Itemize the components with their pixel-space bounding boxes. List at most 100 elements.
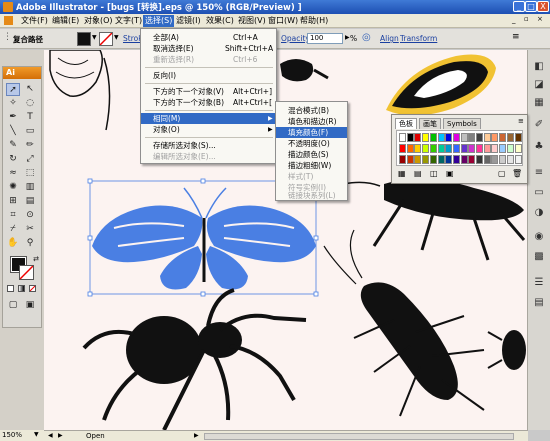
blend-tool-icon[interactable]: ⊙	[23, 209, 37, 222]
submenu-item-fill-and-stroke[interactable]: 填色和描边(R)	[276, 116, 347, 127]
menu-filter[interactable]: 滤镜(I)	[174, 15, 203, 27]
swatch-chip[interactable]	[429, 133, 437, 142]
menu-item-deselect[interactable]: 取消选择(E) Shift+Ctrl+A	[141, 43, 276, 54]
menu-select[interactable]: 选择(S)	[143, 15, 175, 27]
menu-type[interactable]: 文字(T)	[113, 15, 144, 27]
transparency-icon[interactable]: ◑	[532, 206, 546, 219]
swatch-chip[interactable]	[399, 155, 406, 164]
free-transform-tool-icon[interactable]: ⬚	[23, 167, 37, 180]
show-kinds-icon[interactable]: ▤	[414, 169, 422, 178]
horizontal-scrollbar[interactable]	[204, 433, 514, 440]
swatch-chip[interactable]	[506, 133, 514, 142]
menu-effect[interactable]: 效果(C)	[204, 15, 236, 27]
color-mode-icon[interactable]	[7, 285, 14, 292]
menu-item-inverse[interactable]: 反向(I)	[141, 70, 276, 81]
doc-close-icon[interactable]: ×	[537, 15, 543, 23]
swatch-chip[interactable]	[506, 144, 514, 153]
menu-item-next-object-below[interactable]: 下方的下一个对象(V) Alt+Ctrl+]	[141, 86, 276, 97]
swatch-chip[interactable]	[445, 133, 453, 142]
submenu-item-style[interactable]: 样式(T)	[276, 171, 347, 182]
swatch-chip[interactable]	[422, 133, 430, 142]
color-guide-icon[interactable]: ◪	[532, 78, 546, 91]
tab-swatches[interactable]: 色板	[395, 118, 417, 129]
stroke-color-icon[interactable]	[19, 265, 34, 280]
swatch-chip[interactable]	[460, 144, 468, 153]
brushes-icon[interactable]: ✐	[532, 118, 546, 131]
rectangle-tool-icon[interactable]: ▭	[23, 125, 37, 138]
swatch-chip[interactable]	[460, 133, 468, 142]
pencil-tool-icon[interactable]: ✏	[23, 139, 37, 152]
swatch-chip[interactable]	[468, 155, 476, 164]
swatch-chip[interactable]	[491, 133, 499, 142]
swatch-chip[interactable]	[437, 155, 445, 164]
menu-item-same[interactable]: 相同(M) ▶	[141, 113, 276, 124]
gradient-mode-icon[interactable]	[18, 285, 25, 292]
swatch-chip[interactable]	[422, 144, 430, 153]
zoom-level[interactable]: 150%	[2, 431, 22, 439]
menu-item-reselect[interactable]: 重新选择(R) Ctrl+6	[141, 54, 276, 65]
menu-item-save-selection[interactable]: 存储所选对象(S)...	[141, 140, 276, 151]
rotate-tool-icon[interactable]: ↻	[6, 153, 20, 166]
swatch-chip[interactable]	[406, 155, 414, 164]
submenu-item-blending-mode[interactable]: 混合模式(B)	[276, 105, 347, 116]
swatch-chip[interactable]	[406, 133, 414, 142]
opacity-dropdown-icon[interactable]: ▶	[345, 34, 350, 41]
type-tool-icon[interactable]: T	[23, 111, 37, 124]
artboards-icon[interactable]: ▤	[532, 296, 546, 309]
next-artboard-icon[interactable]: ▶	[58, 432, 63, 439]
eyedropper-tool-icon[interactable]: ⌗	[6, 209, 20, 222]
panel-menu-icon[interactable]: ≡	[512, 32, 520, 42]
swatch-chip[interactable]	[422, 155, 430, 164]
swatch-options-icon[interactable]: ◫	[430, 169, 438, 178]
menu-edit[interactable]: 编辑(E)	[50, 15, 81, 27]
swatch-chip[interactable]	[399, 144, 406, 153]
swatch-libraries-icon[interactable]: ▦	[398, 169, 406, 178]
opacity-field[interactable]: 100	[307, 33, 343, 44]
stroke-panel-icon[interactable]: ≡	[532, 166, 546, 179]
appearance-icon[interactable]: ◉	[532, 230, 546, 243]
swatch-chip[interactable]	[429, 144, 437, 153]
slice-tool-icon[interactable]: ⌿	[6, 223, 20, 236]
recolor-icon[interactable]: ◎	[362, 32, 371, 43]
tab-brushes[interactable]: 画笔	[419, 118, 441, 129]
swatch-chip[interactable]	[468, 133, 476, 142]
menu-item-next-object-above[interactable]: 下方的下一个对象(B) Alt+Ctrl+[	[141, 97, 276, 108]
swatch-chip[interactable]	[399, 133, 406, 142]
graphic-styles-icon[interactable]: ▩	[532, 250, 546, 263]
swatch-chip[interactable]	[476, 144, 483, 153]
status-dropdown-icon[interactable]: ▶	[194, 432, 199, 439]
swatch-chip[interactable]	[499, 144, 507, 153]
paintbrush-tool-icon[interactable]: ✎	[6, 139, 20, 152]
swatch-chip[interactable]	[437, 133, 445, 142]
swatch-chip[interactable]	[514, 144, 522, 153]
maximize-button[interactable]: □	[525, 1, 537, 12]
hand-tool-icon[interactable]: ✋	[6, 237, 20, 250]
selection-tool-icon[interactable]: ➚	[6, 83, 20, 96]
transform-link[interactable]: Transform	[400, 34, 437, 43]
swatch-grid[interactable]	[396, 130, 523, 166]
doc-restore-icon[interactable]: ▫	[524, 15, 529, 23]
new-swatch-icon[interactable]: ▢	[498, 169, 506, 178]
scissors-tool-icon[interactable]: ✂	[23, 223, 37, 236]
warp-tool-icon[interactable]: ≈	[6, 167, 20, 180]
new-color-group-icon[interactable]: ▣	[446, 169, 454, 178]
menu-window[interactable]: 窗口(W)	[266, 15, 300, 27]
swatch-chip[interactable]	[406, 144, 414, 153]
swatch-chip[interactable]	[514, 133, 522, 142]
swatch-chip[interactable]	[483, 155, 491, 164]
lasso-tool-icon[interactable]: ◌	[23, 97, 37, 110]
swatch-chip[interactable]	[476, 155, 483, 164]
direct-selection-tool-icon[interactable]: ↖	[23, 83, 37, 96]
submenu-item-link-block-series[interactable]: 链接块系列(L)	[276, 190, 347, 201]
minimize-button[interactable]: _	[513, 1, 525, 12]
submenu-item-stroke-color[interactable]: 描边颜色(S)	[276, 149, 347, 160]
swatch-chip[interactable]	[468, 144, 476, 153]
menu-help[interactable]: 帮助(H)	[298, 15, 330, 27]
fill-dropdown-icon[interactable]: ▼	[92, 34, 97, 41]
close-button[interactable]: X	[537, 1, 549, 12]
swatch-chip[interactable]	[452, 155, 460, 164]
panel-options-icon[interactable]: ≡	[518, 117, 524, 125]
symbol-sprayer-tool-icon[interactable]: ✺	[6, 181, 20, 194]
menu-file[interactable]: 文件(F)	[19, 15, 50, 27]
menu-item-object[interactable]: 对象(O) ▶	[141, 124, 276, 135]
